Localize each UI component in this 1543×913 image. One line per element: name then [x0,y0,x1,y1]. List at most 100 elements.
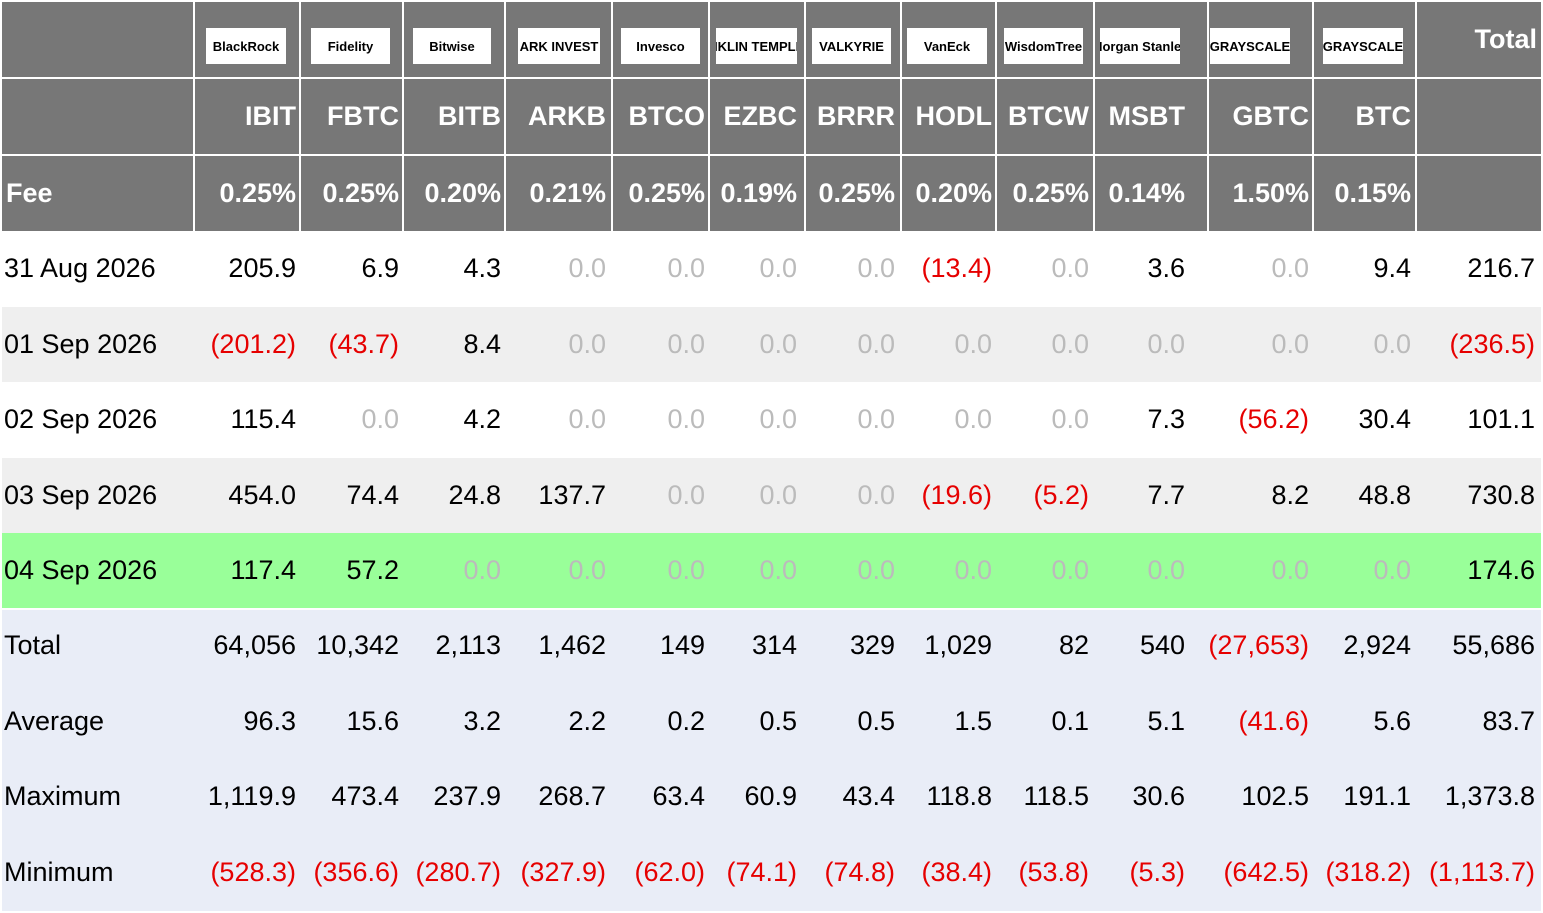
table-cell: 7.3 [1147,404,1185,435]
table-row: 01 Sep 2026 (201.2) (43.7) 8.4 0.0 0.0 0.0 0.0 0… [2,306,1541,382]
header-separator [708,2,710,231]
issuer-logo: VALKYRIE [812,28,891,64]
summary-cell: 10,342 [316,630,399,660]
issuer-logo: FRANKLIN TEMPLETON [716,28,797,64]
table-cell: 6.9 [361,253,399,283]
issuer-logo-text: GRAYSCALE [1210,38,1290,54]
issuer-logo-text: VALKYRIE [819,38,884,54]
table-cell: 0.0 [667,555,705,586]
summary-cell: 0.5 [759,705,797,736]
summary-label: Average [4,705,105,736]
table-cell: 4.2 [463,404,501,435]
ticker-fbtc: FBTC [327,101,399,131]
table-cell: 3.6 [1147,253,1185,283]
table-row: 03 Sep 2026 454.0 74.4 24.8 137.7 0.0 0.0 0.0 (1… [2,457,1541,533]
summary-cell: 64,056 [213,630,296,660]
header-separator [402,2,404,231]
summary-cell: 118.8 [926,781,992,812]
ticker-btcw: BTCW [1008,101,1089,131]
ticker-brrr: BRRR [817,101,895,131]
summary-cell: 2.2 [568,705,606,736]
table-cell: 730.8 [1467,479,1535,510]
summary-cell: 0.2 [667,705,705,736]
summary-cell: 2,924 [1343,630,1411,660]
table-cell: (13.4) [921,253,992,283]
table-cell: (19.6) [921,479,992,510]
summary-row: Average 96.3 15.6 3.2 2.2 0.2 0.5 0.5 1.5 0.1 5.1 (… [2,684,1541,759]
table-cell: 0.0 [759,479,797,510]
table-cell: (236.5) [1449,328,1535,359]
header-separator [1093,2,1095,231]
table-cell: 30.4 [1358,404,1411,435]
summary-cell: (53.8) [1018,856,1089,887]
summary-cell: 314 [751,630,797,660]
table-cell: 7.7 [1147,479,1185,510]
summary-cell: 3.2 [463,705,501,736]
ticker-btc: BTC [1355,101,1412,131]
fee-fbtc: 0.25% [322,178,399,208]
summary-cell: 102.5 [1241,781,1309,812]
ticker-arkb: ARKB [528,101,606,131]
issuer-logo-text: Invesco [636,38,685,54]
issuer-logo: GRAYSCALE [1323,28,1403,64]
table-cell: 0.0 [954,555,992,586]
table-cell: 24.8 [448,479,501,510]
header-separator [995,2,997,231]
summary-cell: 82 [1058,630,1089,660]
table-cell: 0.0 [1373,328,1411,359]
summary-label: Total [4,630,62,660]
ticker-hodl: HODL [915,101,993,131]
header-separator [1415,2,1417,231]
fee-bitb: 0.20% [424,178,501,208]
summary-cell: 1,462 [538,630,606,660]
issuer-logo: Morgan Stanley [1100,28,1180,64]
summary-cell: 5.6 [1373,705,1411,736]
issuer-logo: BlackRock [206,28,286,64]
summary-cell: (74.1) [726,856,797,887]
summary-cell: 0.1 [1051,705,1089,736]
summary-label: Maximum [4,781,122,812]
issuer-logo: ARK INVEST [518,28,600,64]
summary-row: Minimum (528.3) (356.6) (280.7) (327.9) (62.0… [2,835,1541,910]
table-cell: 0.0 [759,555,797,586]
table-cell: 0.0 [361,404,399,435]
fee-ibit: 0.25% [219,178,296,208]
row-date: 03 Sep 2026 [4,479,158,510]
summary-cell: (41.6) [1238,705,1309,736]
ticker-gbtc: GBTC [1232,101,1310,131]
table-cell: 0.0 [667,404,705,435]
table-row: 02 Sep 2026 115.4 0.0 4.2 0.0 0.0 0.0 0.0 0.0 0.0… [2,382,1541,458]
table-cell: 0.0 [667,253,705,283]
summary-cell: (528.3) [210,856,296,887]
table-cell: 48.8 [1358,479,1411,510]
summary-cell: 540 [1139,630,1185,660]
fee-btcw: 0.25% [1012,178,1089,208]
summary-cell: 1,029 [924,630,992,660]
row-date: 31 Aug 2026 [4,253,156,283]
header-separator [299,2,301,231]
row-date: 04 Sep 2026 [4,555,158,586]
ticker-ibit: IBIT [245,101,296,131]
table-cell: 0.0 [568,328,606,359]
header-separator [1312,2,1314,231]
table-cell: 0.0 [1271,253,1309,283]
table-cell: 115.4 [230,404,296,435]
table-cell: 0.0 [1051,253,1089,283]
fee-ezbc: 0.19% [720,178,797,208]
table-cell: 0.0 [857,253,895,283]
table-cell: 0.0 [759,253,797,283]
summary-cell: (318.2) [1325,856,1411,887]
summary-cell: (74.8) [824,856,895,887]
summary-cell: (280.7) [415,856,501,887]
summary-cell: 191.1 [1343,781,1411,812]
header-separator [611,2,613,231]
issuer-logo-text: ARK INVEST [519,38,599,54]
table-cell: 0.0 [568,253,606,283]
issuer-logo: Invesco [621,28,700,64]
row-date: 02 Sep 2026 [4,404,158,435]
table-cell: 0.0 [1147,328,1185,359]
table-cell: 0.0 [1051,328,1089,359]
table-cell: 74.4 [346,479,399,510]
summary-cell: 43.4 [842,781,895,812]
summary-cell: 96.3 [243,705,296,736]
